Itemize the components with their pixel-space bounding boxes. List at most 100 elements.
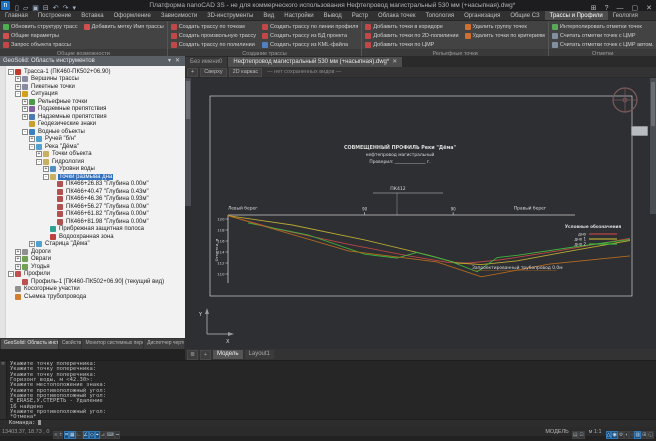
tree-item[interactable]: Геодезические знаки [6,121,185,129]
ribbon-tab-Организация[interactable]: Организация [459,11,505,20]
ribbon-tab-Оформление[interactable]: Оформление [109,11,156,20]
canvas-left-scrollbar[interactable] [185,78,191,206]
ribbon-button[interactable]: Создать произвольную трассу [171,31,256,40]
tree-item[interactable]: Водоохранная зона [6,233,185,241]
lineweight-icon[interactable]: ━ [115,431,120,439]
document-tab[interactable]: Без имени0 [185,57,227,67]
ribbon-button[interactable]: Добавить метку Имя трассы [84,22,164,31]
canvas-right-scrollbar[interactable] [650,78,656,214]
tree-item[interactable]: +Пикетные точки [6,83,185,91]
command-line-gutter[interactable]: ≣ [0,361,7,419]
saved-views-note[interactable]: — нет сохраненных видов — [267,69,341,75]
tree-item[interactable]: +Ручей "б/н" [6,136,185,144]
osnap-icon[interactable]: ◇ [89,431,95,439]
viewport-add-button[interactable]: + [187,68,198,77]
ribbon-button[interactable]: Запрос объекта трассы [3,40,78,49]
ribbon-button[interactable]: Добавить точки в коридоре [365,22,458,31]
layout-tab-Layout1[interactable]: Layout1 [245,350,274,359]
tree-expander-icon[interactable]: - [8,271,14,277]
tree-expander-icon[interactable]: + [15,249,21,255]
ribbon-tab-Построение[interactable]: Построение [33,11,76,20]
ribbon-button[interactable]: Создать трассу по полилинии [171,40,256,49]
ribbon-tab-Топология[interactable]: Топология [420,11,459,20]
ribbon-tab-Зависимости[interactable]: Зависимости [156,11,202,20]
tree-item[interactable]: ПК466+56.27 "Глубина 0.00м" [6,203,185,211]
ribbon-tab-Вывод[interactable]: Вывод [319,11,347,20]
view-direction-button[interactable]: Сверху [200,68,226,77]
tree-expander-icon[interactable]: + [22,106,28,112]
ribbon-tab-Растр[interactable]: Растр [347,11,373,20]
ribbon-button[interactable]: Интерполировать отметки точек [552,22,654,31]
tree-item[interactable]: +Вершины трассы [6,76,185,84]
ribbon-tab-Облака точек[interactable]: Облака точек [373,11,420,20]
ribbon-button[interactable]: Создать трассу по линии профиля [262,22,358,31]
panel-close-icon[interactable]: ✕ [173,58,182,64]
tree-item[interactable]: -Водные объекты [6,128,185,136]
tree-item[interactable]: -Гидрология [6,158,185,166]
tree-expander-icon[interactable]: + [29,241,35,247]
tree-item[interactable]: +Уровни воды [6,166,185,174]
ribbon-button[interactable]: Считать отметки точек с ЦМР [552,31,654,40]
ribbon-button[interactable]: Удалить группу точек [465,22,545,31]
tree-expander-icon[interactable]: - [29,144,35,150]
tree-expander-icon[interactable]: + [22,99,28,105]
profile-line-дно 2[interactable] [248,223,630,272]
ribbon-button[interactable]: Удалить точки по критериям [465,31,545,40]
panel-tab[interactable]: Диспетчер чертежа [144,339,184,349]
tree-item[interactable]: Прибрежная защитная полоса [6,226,185,234]
tool-palette-header[interactable]: GeoSolid: Область инструментов ▾✕ [0,56,185,66]
ribbon-button[interactable]: Добавить точки по 2D-полилинии [365,31,458,40]
tree-item[interactable]: ПК466+26.83 "Глубина 0.00м" [6,181,185,189]
tree-item[interactable]: -Точки размыва дна [6,173,185,181]
ribbon-tab-Геология[interactable]: Геология [608,11,643,20]
tree-expander-icon[interactable]: - [15,91,21,97]
tree-expander-icon[interactable]: - [36,159,42,165]
tab-list-icon[interactable]: ≣ [187,350,198,360]
document-tab[interactable]: Нефтепровод магистральный 530 мм (+насып… [228,57,402,67]
viewport-lock-icon[interactable]: ⊡ [578,431,584,439]
tree-expander-icon[interactable]: - [8,69,14,75]
ortho-icon[interactable]: ∟ [76,431,83,439]
tree-item[interactable]: -Река "Дёма" [6,143,185,151]
ribbon-button[interactable]: Обновить структуру трасс [3,22,78,31]
tab-close-icon[interactable]: ✕ [392,57,397,67]
ribbon-tab-3D-инструменты[interactable]: 3D-инструменты [202,11,258,20]
ribbon-button[interactable]: Общие параметры [3,31,78,40]
tree-item[interactable]: +Угодья [6,263,185,271]
grid-icon[interactable]: ▦ [69,431,76,439]
tree-expander-icon[interactable]: + [15,76,21,82]
tree-item[interactable]: +Надземные препятствия [6,113,185,121]
tree-item[interactable]: +Дороги [6,248,185,256]
tree-item[interactable]: ПК466+61.82 "Глубина 0.00м" [6,211,185,219]
dyn-ucs-icon[interactable]: ⊿ [100,431,106,439]
tree-expander-icon[interactable]: + [15,264,21,270]
tree-item[interactable]: Профиль-1 [ПК460-ПК502+06.90] (текущий в… [6,278,185,286]
tree-expander-icon[interactable]: + [15,84,21,90]
tree-item[interactable]: ПК466+81.98 "Глубина 0.00м" [6,218,185,226]
tree-expander-icon[interactable]: + [22,114,28,120]
tree-item[interactable]: +Рельефные точки [6,98,185,106]
tree-expander-icon[interactable]: - [43,174,49,180]
tree-item[interactable]: ПК466+40.47 "Глубина 0.43м" [6,188,185,196]
ribbon-tab-Общие СЗ[interactable]: Общие СЗ [505,11,544,20]
scale-indicator[interactable]: м 1:1 [589,429,602,435]
tree-expander-icon[interactable]: + [36,151,42,157]
tree-item[interactable]: +Точки объекта [6,151,185,159]
ribbon-tab-Главная[interactable]: Главная [0,11,33,20]
ribbon-button[interactable]: Создать трассу из KML-файла [262,40,358,49]
tab-add-icon[interactable]: + [200,350,211,360]
tree-item[interactable]: -Ситуация [6,91,185,99]
ribbon-button[interactable]: Добавить точки по ЦМР [365,40,458,49]
ribbon-button[interactable]: Создать трассу из БД проекта [262,31,358,40]
viewcube-home-button[interactable] [631,126,648,136]
command-line-panel[interactable]: ≣ Укажите точку поперечника:Укажите точк… [0,360,656,419]
panel-caret-icon[interactable]: ▾ [166,58,173,64]
ribbon-tab-Вид[interactable]: Вид [258,11,279,20]
tree-item[interactable]: +Овраги [6,256,185,264]
clean-screen-icon[interactable]: ◱ [647,431,654,439]
model-space-label[interactable]: МОДЕЛЬ [545,429,568,435]
add-mode-icon[interactable]: ± [58,431,63,439]
layout-tab-Модель[interactable]: Модель [213,350,243,359]
ribbon-tab-Вставка[interactable]: Вставка [76,11,108,20]
otrack-icon[interactable]: ⌖ [95,431,100,439]
